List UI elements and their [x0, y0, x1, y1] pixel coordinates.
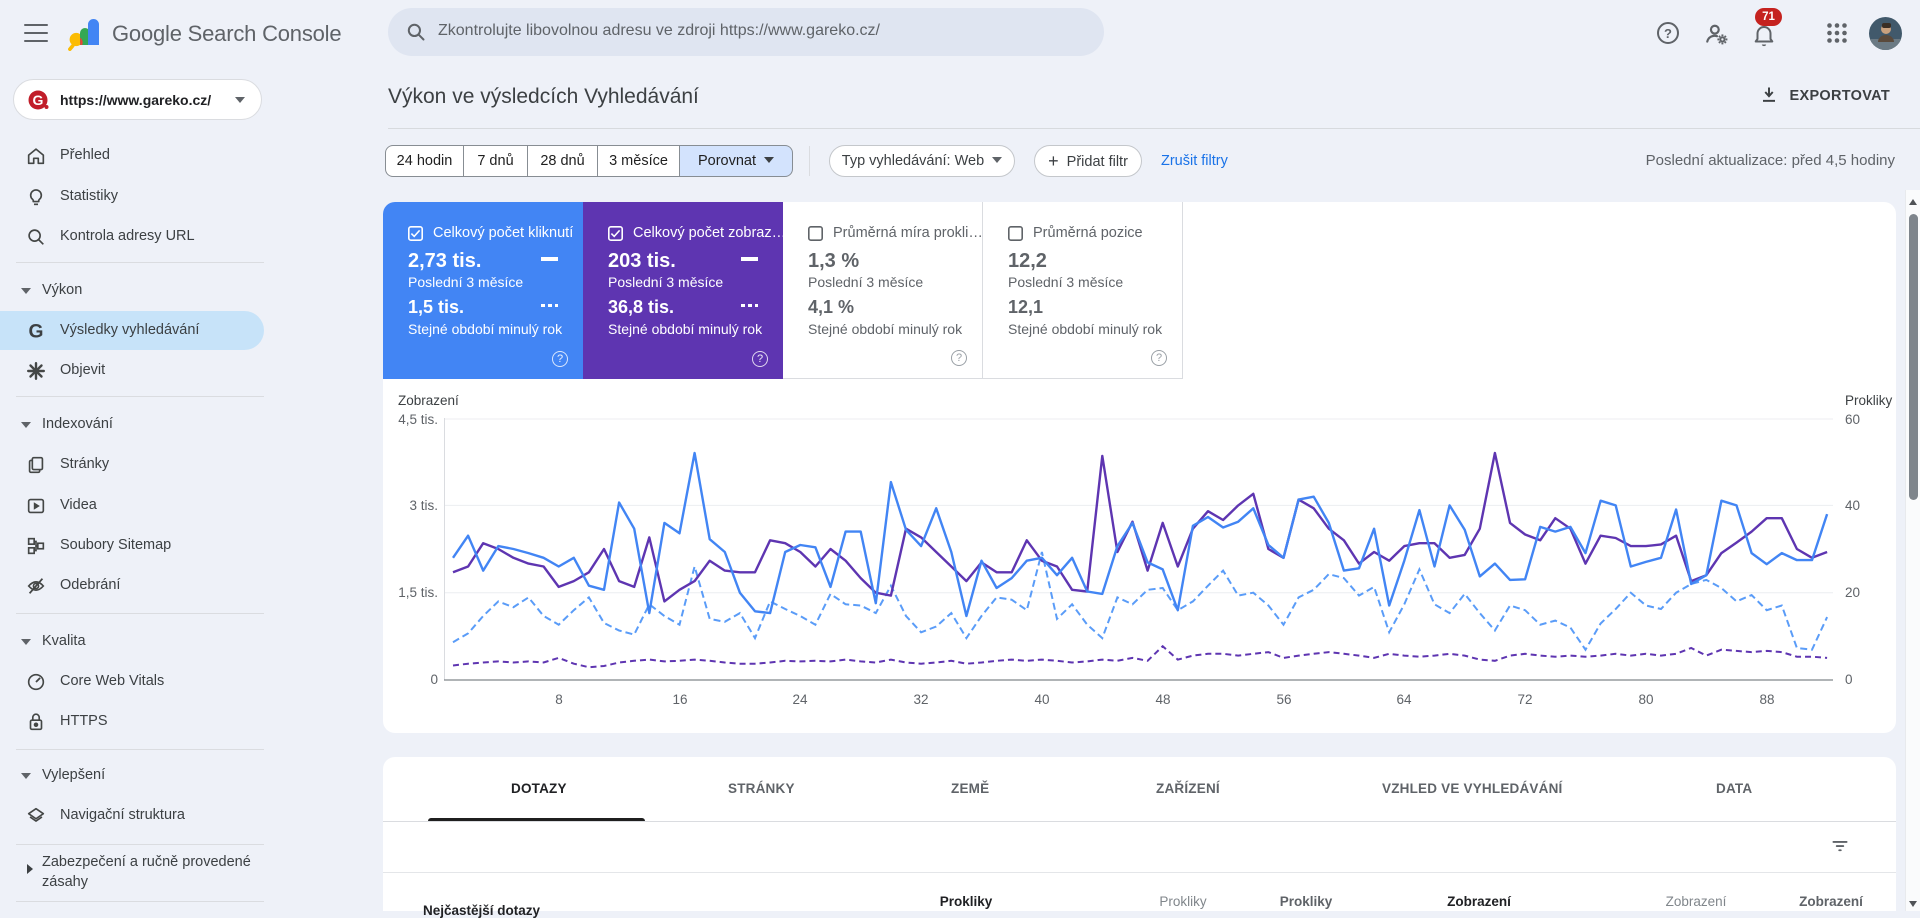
svg-text:0: 0: [1845, 672, 1853, 687]
svg-text:Zobrazení: Zobrazení: [398, 393, 459, 408]
svg-text:4,5 tis.: 4,5 tis.: [398, 412, 438, 427]
svg-text:Prokliky: Prokliky: [1845, 393, 1893, 408]
svg-text:40: 40: [1845, 498, 1860, 513]
svg-text:56: 56: [1276, 692, 1291, 707]
svg-text:60: 60: [1845, 412, 1860, 427]
svg-text:72: 72: [1517, 692, 1532, 707]
svg-text:20: 20: [1845, 585, 1860, 600]
svg-text:24: 24: [792, 692, 808, 707]
svg-text:16: 16: [672, 692, 687, 707]
svg-text:40: 40: [1034, 692, 1049, 707]
svg-text:64: 64: [1396, 692, 1412, 707]
svg-text:88: 88: [1759, 692, 1774, 707]
svg-text:48: 48: [1155, 692, 1170, 707]
svg-text:3 tis.: 3 tis.: [409, 498, 438, 513]
svg-text:80: 80: [1638, 692, 1653, 707]
svg-text:8: 8: [555, 692, 563, 707]
svg-text:0: 0: [430, 672, 438, 687]
svg-text:32: 32: [913, 692, 928, 707]
svg-text:1,5 tis.: 1,5 tis.: [398, 585, 438, 600]
